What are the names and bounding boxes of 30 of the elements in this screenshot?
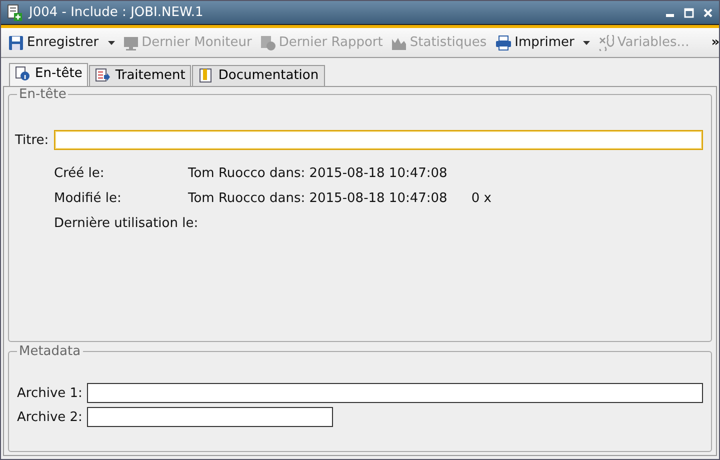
- info-value: Tom Ruocco dans: 2015-08-18 10:47:08: [188, 166, 448, 181]
- tab[interactable]: Documentation: [192, 65, 325, 86]
- field-label: Archive 2:: [17, 410, 82, 424]
- title-field[interactable]: [54, 130, 703, 150]
- close-icon[interactable]: [703, 8, 713, 18]
- monitor-icon: [122, 34, 139, 50]
- archive-field[interactable]: [87, 383, 703, 403]
- field-label: Archive 1:: [17, 386, 82, 400]
- document-info-icon: [15, 66, 30, 81]
- section-title: En-tête: [18, 87, 68, 102]
- overflow-button[interactable]: »: [708, 33, 719, 52]
- tab[interactable]: En-tête: [9, 63, 88, 86]
- info-count: 0 x: [471, 191, 492, 206]
- window-title: J004 - Include : JOBI.NEW.1: [29, 5, 204, 20]
- info-label: Créé le:: [54, 166, 106, 181]
- list-arrow-icon: [95, 68, 110, 83]
- book-icon: [198, 68, 214, 83]
- info-label: Modifié le:: [54, 191, 122, 206]
- archive-field[interactable]: [87, 407, 334, 427]
- maximize-icon[interactable]: [684, 8, 694, 18]
- tab[interactable]: Traitement: [89, 65, 192, 86]
- report-clock-icon: [260, 34, 276, 50]
- printer-icon: [494, 34, 512, 50]
- info-value: Tom Ruocco dans: 2015-08-18 10:47:08: [188, 191, 448, 206]
- info-label: Dernière utilisation le:: [54, 216, 198, 231]
- field-label: Titre:: [15, 132, 49, 148]
- section-title: Metadata: [18, 344, 82, 359]
- document-add-icon: [7, 4, 23, 22]
- toolbar-button[interactable]: Imprimer: [492, 32, 594, 52]
- toolbar-button[interactable]: Enregistrer: [5, 32, 118, 52]
